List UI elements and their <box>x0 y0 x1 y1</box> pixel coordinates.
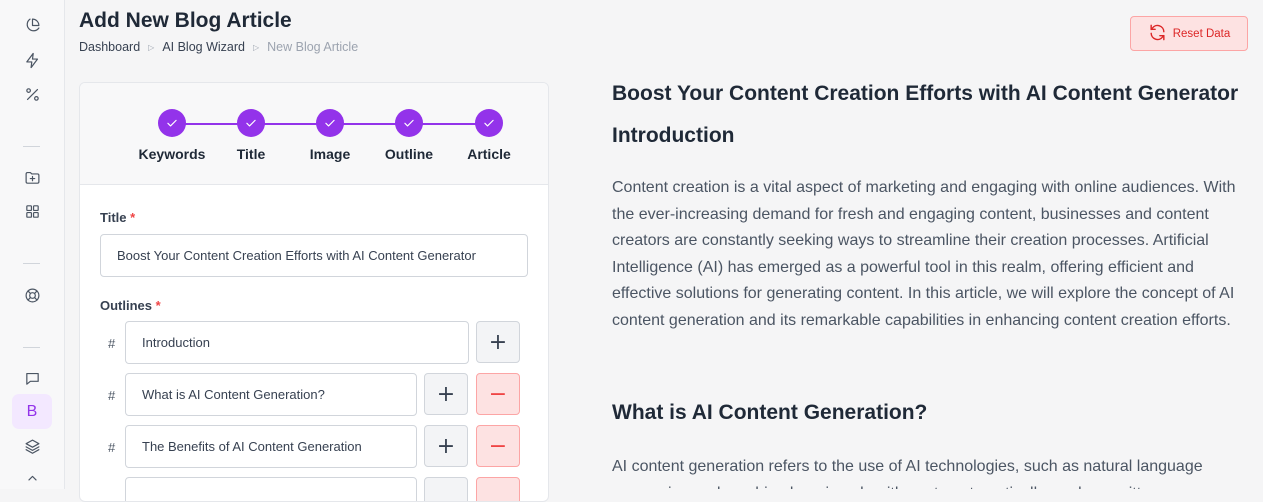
outline-hash: # <box>108 336 116 351</box>
add-outline-button[interactable]: + <box>424 425 468 467</box>
step-image[interactable]: Image <box>285 109 375 162</box>
percent-icon[interactable] <box>20 82 44 106</box>
title-label-text: Title <box>100 210 127 225</box>
step-outline[interactable]: Outline <box>364 109 454 162</box>
brand-b-icon[interactable]: B <box>12 394 52 429</box>
reset-data-label: Reset Data <box>1172 27 1231 40</box>
step-article[interactable]: Article <box>444 109 534 162</box>
breadcrumb: Dashboard ▷ AI Blog Wizard ▷ New Blog Ar… <box>79 40 358 54</box>
breadcrumb-current: New Blog Article <box>267 40 359 54</box>
grid-icon[interactable] <box>20 199 44 223</box>
sidebar-divider <box>23 347 40 348</box>
required-mark: * <box>155 298 161 313</box>
remove-outline-button[interactable]: − <box>476 425 520 467</box>
outline-input-1[interactable]: Introduction <box>125 321 469 364</box>
step-label: Image <box>309 146 351 162</box>
plus-icon: + <box>436 433 456 459</box>
add-outline-button[interactable]: + <box>476 321 520 363</box>
lightning-icon[interactable] <box>20 48 44 72</box>
required-mark: * <box>130 210 136 225</box>
article-title: Boost Your Content Creation Efforts with… <box>612 82 1239 105</box>
plus-icon: + <box>488 329 508 355</box>
article-heading-what-is: What is AI Content Generation? <box>612 401 928 424</box>
sidebar-divider <box>23 146 40 147</box>
page-title: Add New Blog Article <box>79 9 292 32</box>
wizard-stepper: Keywords Title Image Outline Article <box>80 83 548 185</box>
outline-input-3[interactable]: The Benefits of AI Content Generation <box>125 425 417 468</box>
outline-input-2[interactable]: What is AI Content Generation? <box>125 373 417 416</box>
sidebar: B <box>0 0 65 489</box>
remove-outline-button[interactable] <box>476 477 520 501</box>
article-paragraph-intro: Content creation is a vital aspect of ma… <box>612 179 1236 329</box>
outline-hash: # <box>108 440 116 455</box>
plus-icon: + <box>436 381 456 407</box>
chevron-up-icon[interactable] <box>20 466 44 490</box>
step-title[interactable]: Title <box>206 109 296 162</box>
reset-data-button[interactable]: Reset Data <box>1130 16 1248 51</box>
check-icon <box>395 109 423 137</box>
outlines-field-label: Outlines * <box>100 298 161 313</box>
step-label: Outline <box>384 146 434 162</box>
pie-chart-icon[interactable] <box>20 13 44 37</box>
article-heading-introduction: Introduction <box>612 124 735 147</box>
folder-plus-icon[interactable] <box>20 165 44 189</box>
check-icon <box>316 109 344 137</box>
minus-icon: − <box>488 381 508 407</box>
check-icon <box>475 109 503 137</box>
chevron-right-icon: ▷ <box>148 42 155 52</box>
step-keywords[interactable]: Keywords <box>127 109 217 162</box>
layers-icon[interactable] <box>20 434 44 458</box>
breadcrumb-dashboard[interactable]: Dashboard <box>79 40 140 54</box>
sidebar-divider <box>23 263 40 264</box>
lifebuoy-icon[interactable] <box>20 283 44 307</box>
chevron-right-icon: ▷ <box>252 42 260 52</box>
outline-input-4[interactable] <box>125 477 417 501</box>
check-icon <box>158 109 186 137</box>
outline-hash: # <box>108 388 116 403</box>
breadcrumb-ai-blog-wizard[interactable]: AI Blog Wizard <box>162 40 245 54</box>
remove-outline-button[interactable]: − <box>476 373 520 415</box>
check-icon <box>237 109 265 137</box>
article-paragraph-what-is: AI content generation refers to the use … <box>612 458 1203 489</box>
title-input[interactable]: Boost Your Content Creation Efforts with… <box>100 234 528 277</box>
step-label: Article <box>467 146 511 162</box>
outlines-label-text: Outlines <box>100 298 153 313</box>
step-label: Keywords <box>138 146 206 162</box>
wizard-card: Keywords Title Image Outline Article Tit… <box>79 82 549 502</box>
step-label: Title <box>236 146 266 162</box>
refresh-icon <box>1148 23 1167 45</box>
add-outline-button[interactable]: + <box>424 373 468 415</box>
title-field-label: Title * <box>100 210 135 225</box>
chat-icon[interactable] <box>20 366 44 390</box>
minus-icon: − <box>488 433 508 459</box>
add-outline-button[interactable] <box>424 477 468 501</box>
